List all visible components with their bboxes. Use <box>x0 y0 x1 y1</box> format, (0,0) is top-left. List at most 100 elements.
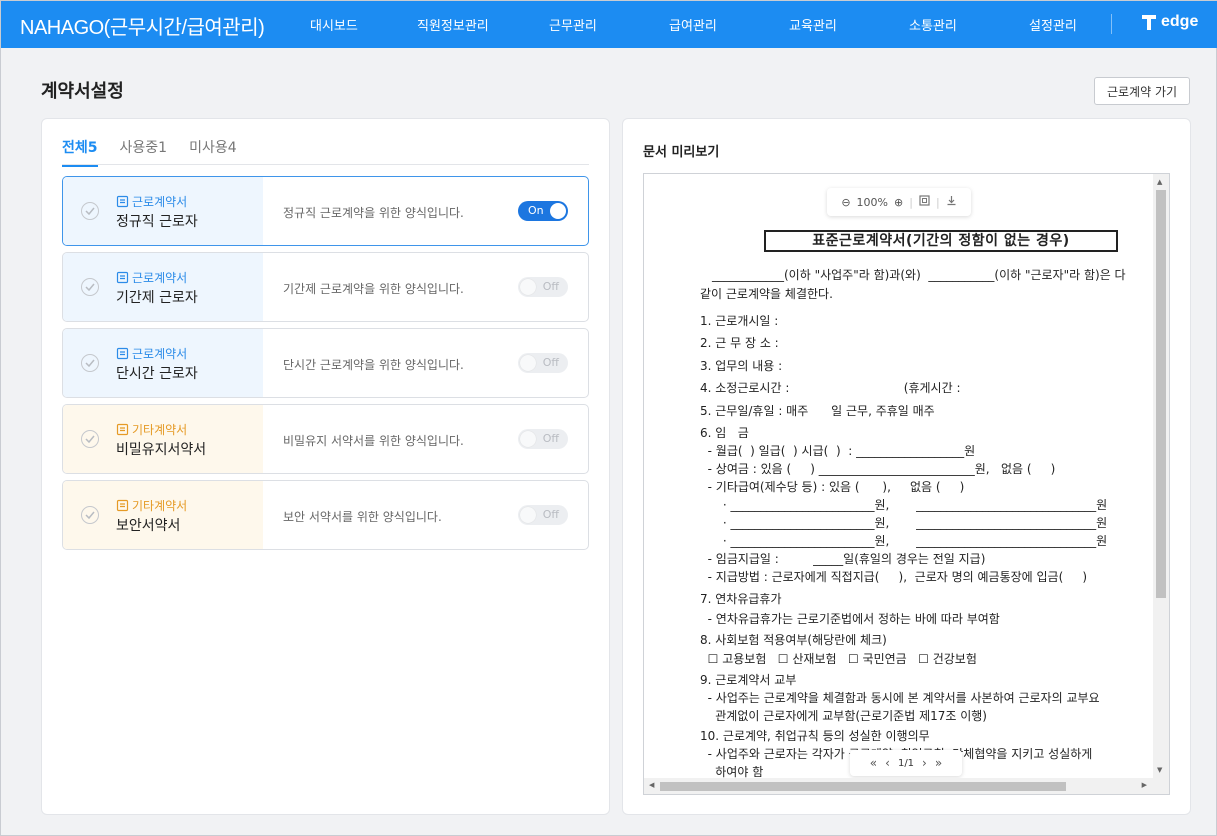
tab-divider <box>62 164 589 165</box>
first-page-icon[interactable]: « <box>870 756 877 770</box>
template-name: 보안서약서 <box>116 518 181 534</box>
nav-payroll-management[interactable]: 급여관리 <box>669 15 717 34</box>
toggle-label: Off <box>542 280 559 293</box>
tab-label: 미사용 <box>189 140 228 156</box>
document-icon <box>116 347 129 360</box>
document-line: - 기타급여(제수당 등) : 있음 ( ), 없음 ( ) <box>700 480 965 494</box>
template-description: 비밀유지 서약서를 위한 양식입니다. <box>283 434 464 448</box>
document-line: - 연차유급휴가는 근로기준법에서 정하는 바에 따라 부여함 <box>700 612 1000 626</box>
template-card-fixed-term-worker[interactable]: 근로계약서 기간제 근로자 기간제 근로계약을 위한 양식입니다. Off <box>62 252 589 322</box>
template-category: 근로계약서 <box>116 345 187 362</box>
nav-work-management[interactable]: 근무관리 <box>549 15 597 34</box>
filter-tabs: 전체5 사용중1 미사용4 <box>62 137 237 167</box>
template-list-panel: 전체5 사용중1 미사용4 근로계약서 정규직 근로자 정규직 근로계약을 위한… <box>41 118 610 815</box>
document-line: 7. 연차유급휴가 <box>700 592 782 606</box>
page-indicator: 1/1 <box>897 757 915 769</box>
viewer-toolbar: ⊖ 100% ⊕ | | <box>827 188 971 216</box>
document-line: 2. 근 무 장 소 : <box>700 336 779 350</box>
zoom-in-icon[interactable]: ⊕ <box>894 196 903 209</box>
logo-text: edge <box>1161 13 1199 30</box>
template-category: 기타계약서 <box>116 497 187 514</box>
last-page-icon[interactable]: » <box>935 756 942 770</box>
template-name: 정규직 근로자 <box>116 214 198 230</box>
document-line: - 월급( ) 일급( ) 시급( ) : __________________… <box>700 444 976 458</box>
document-line: 같이 근로계약을 체결한다. <box>700 287 833 301</box>
document-preview-panel: 문서 미리보기 ⊖ 100% ⊕ | | 표준근로계약서(기간의 정함이 없는 … <box>622 118 1191 815</box>
document-viewer[interactable]: ⊖ 100% ⊕ | | 표준근로계약서(기간의 정함이 없는 경우) ____… <box>643 173 1170 795</box>
document-line: ☐ 고용보험 ☐ 산재보험 ☐ 국민연금 ☐ 건강보험 <box>700 652 977 666</box>
prev-page-icon[interactable]: ‹ <box>885 756 890 770</box>
template-category: 기타계약서 <box>116 421 187 438</box>
use-toggle[interactable]: Off <box>518 277 568 297</box>
tab-count: 1 <box>158 140 168 156</box>
use-toggle[interactable]: Off <box>518 429 568 449</box>
template-name: 단시간 근로자 <box>116 366 198 382</box>
document-icon <box>116 195 129 208</box>
scroll-right-icon[interactable]: ▶ <box>1142 781 1147 789</box>
document-icon <box>116 499 129 512</box>
vertical-scrollbar[interactable]: ▲ ▼ <box>1153 174 1169 778</box>
download-icon[interactable] <box>946 195 957 209</box>
scrollbar-thumb[interactable] <box>1156 190 1166 598</box>
horizontal-scrollbar[interactable]: ◀ ▶ <box>644 778 1169 794</box>
nav-education-management[interactable]: 교육관리 <box>789 15 837 34</box>
document-line: 관계없이 근로자에게 교부함(근로기준법 제17조 이행) <box>700 709 987 723</box>
toolbar-divider: | <box>909 195 913 209</box>
use-toggle[interactable]: On <box>518 201 568 221</box>
document-line: - 상여금 : 있음 ( ) _________________________… <box>700 462 1056 476</box>
tab-label: 사용중 <box>119 140 159 156</box>
document-line: 1. 근로개시일 : <box>700 314 779 328</box>
scroll-down-icon[interactable]: ▼ <box>1157 766 1162 774</box>
use-toggle[interactable]: Off <box>518 505 568 525</box>
toggle-label: Off <box>542 432 559 445</box>
scrollbar-thumb[interactable] <box>660 782 1066 791</box>
nav-divider <box>1111 14 1112 34</box>
document-line: 8. 사회보험 적용여부(해당란에 체크) <box>700 633 887 647</box>
nav-settings-management[interactable]: 설정관리 <box>1029 15 1077 34</box>
use-toggle[interactable]: Off <box>518 353 568 373</box>
document-icon <box>116 271 129 284</box>
toggle-label: Off <box>542 356 559 369</box>
zoom-out-icon[interactable]: ⊖ <box>841 196 850 209</box>
tab-all[interactable]: 전체5 <box>62 137 98 167</box>
nav-dashboard[interactable]: 대시보드 <box>310 15 358 34</box>
scroll-up-icon[interactable]: ▲ <box>1157 178 1162 186</box>
document-line: 3. 업무의 내용 : <box>700 359 783 373</box>
nav-communication-management[interactable]: 소통관리 <box>909 15 957 34</box>
zoom-level: 100% <box>856 195 888 209</box>
brand-title[interactable]: NAHAGO(근무시간/급여관리) <box>20 11 265 40</box>
tab-count: 5 <box>87 140 98 156</box>
scroll-left-icon[interactable]: ◀ <box>649 781 654 789</box>
document-line: 9. 근로계약서 교부 <box>700 673 797 687</box>
check-circle-icon[interactable] <box>81 278 99 296</box>
tab-not-in-use[interactable]: 미사용4 <box>189 137 237 167</box>
document-line: 4. 소정근로시간 : (휴게시간 : <box>700 381 961 395</box>
go-to-contract-button[interactable]: 근로계약 가기 <box>1094 77 1190 105</box>
next-page-icon[interactable]: › <box>922 756 927 770</box>
template-name: 기간제 근로자 <box>116 290 198 306</box>
document-line: 5. 근무일/휴일 : 매주 일 근무, 주휴일 매주 <box>700 404 935 418</box>
top-navigation-bar: NAHAGO(근무시간/급여관리) 대시보드 직원정보관리 근무관리 급여관리 … <box>1 1 1217 48</box>
tab-count: 4 <box>227 140 237 156</box>
template-card-security-pledge[interactable]: 기타계약서 보안서약서 보안 서약서를 위한 양식입니다. Off <box>62 480 589 550</box>
template-description: 보안 서약서를 위한 양식입니다. <box>283 510 442 524</box>
category-label: 근로계약서 <box>132 347 188 361</box>
template-card-part-time-worker[interactable]: 근로계약서 단시간 근로자 단시간 근로계약을 위한 양식입니다. Off <box>62 328 589 398</box>
toggle-knob <box>520 355 536 371</box>
check-circle-icon[interactable] <box>81 430 99 448</box>
nav-employee-info[interactable]: 직원정보관리 <box>417 15 489 34</box>
document-line: · ________________________원, ___________… <box>700 534 1108 548</box>
document-icon <box>116 423 129 436</box>
preview-title: 문서 미리보기 <box>643 145 720 160</box>
category-label: 기타계약서 <box>132 423 188 437</box>
check-circle-icon[interactable] <box>81 354 99 372</box>
check-circle-icon[interactable] <box>81 506 99 524</box>
tab-in-use[interactable]: 사용중1 <box>120 137 168 167</box>
check-circle-icon[interactable] <box>81 202 99 220</box>
toggle-knob <box>520 431 536 447</box>
fit-screen-icon[interactable] <box>919 195 930 209</box>
template-card-regular-worker[interactable]: 근로계약서 정규직 근로자 정규직 근로계약을 위한 양식입니다. On <box>62 176 589 246</box>
tedge-logo[interactable]: edge <box>1141 13 1198 31</box>
document-title: 표준근로계약서(기간의 정함이 없는 경우) <box>764 230 1118 252</box>
template-card-nda[interactable]: 기타계약서 비밀유지서약서 비밀유지 서약서를 위한 양식입니다. Off <box>62 404 589 474</box>
